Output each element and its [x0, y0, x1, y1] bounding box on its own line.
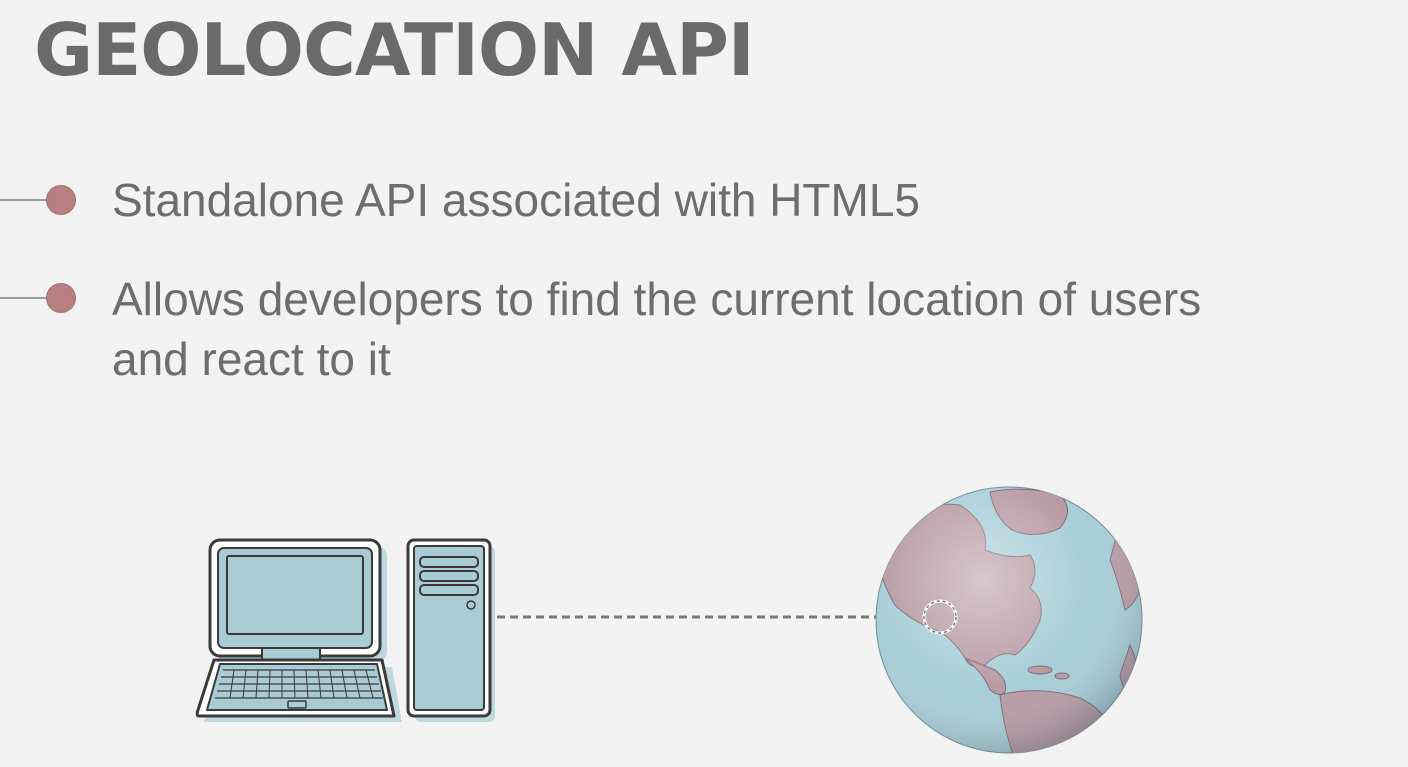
bullet-connector-line: [0, 199, 50, 201]
bullet-text-continued: and react to it: [112, 333, 391, 385]
bullet-text: Standalone API associated with HTML5: [112, 174, 921, 226]
bullet-dot: [46, 185, 76, 215]
computer-icon: [195, 538, 495, 722]
bullet-text: Allows developers to find the current lo…: [112, 273, 1202, 325]
geolocation-illustration: [195, 486, 1143, 754]
bullet-dot: [46, 283, 76, 313]
globe-icon: [875, 486, 1143, 754]
bullet-connector-line: [0, 297, 50, 299]
slide-title: GEOLOCATION API: [34, 8, 755, 92]
